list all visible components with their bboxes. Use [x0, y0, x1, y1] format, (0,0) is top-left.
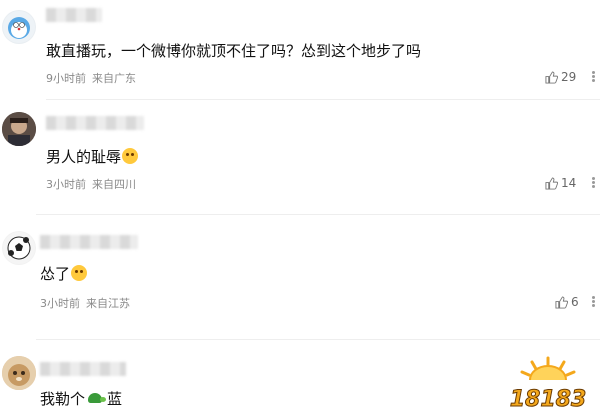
thumbs-up-icon [545, 176, 558, 190]
avatar[interactable] [2, 10, 36, 44]
like-count: 29 [561, 70, 577, 84]
comment-location: 来自四川 [92, 178, 136, 191]
avatar[interactable] [2, 231, 36, 265]
comment-time: 3小时前 [46, 178, 86, 191]
face-emoji-icon [122, 148, 139, 164]
comment-time: 9小时前 [46, 72, 86, 85]
more-options-icon[interactable] [592, 176, 598, 192]
like-count: 6 [571, 295, 579, 309]
cat-avatar-icon [2, 356, 36, 390]
comment-text: 怂了 [40, 263, 88, 284]
like-button[interactable]: 29 [545, 70, 576, 84]
avatar[interactable] [2, 112, 36, 146]
comment-text: 男人的耻辱 [46, 146, 139, 167]
comment-location: 来自广东 [92, 72, 136, 85]
doraemon-avatar-icon [3, 11, 35, 43]
watermark-logo: 18183 [502, 354, 594, 414]
comment-meta: 3小时前 来自四川 [46, 176, 136, 192]
thumbs-up-icon [545, 70, 558, 84]
comment-location: 来自江苏 [86, 297, 130, 310]
comment-item: 怂了 3小时前 来自江苏 6 [0, 215, 600, 340]
watermark-text: 18183 [510, 387, 587, 412]
comment-time: 3小时前 [40, 297, 80, 310]
like-button[interactable]: 6 [555, 295, 579, 309]
comment-item: 敢直播玩，一个微博你就顶不住了吗？怂到这个地步了吗 9小时前 来自广东 29 [0, 0, 600, 100]
avatar[interactable] [2, 356, 36, 390]
comment-text: 敢直播玩，一个微博你就顶不住了吗？怂到这个地步了吗 [46, 42, 422, 60]
comment-text: 我勒个蓝 [40, 390, 123, 408]
like-count: 14 [561, 176, 577, 190]
username-blurred[interactable] [46, 116, 144, 130]
avatar-photo-icon [2, 112, 36, 146]
username-blurred[interactable] [46, 8, 102, 22]
more-options-icon[interactable] [592, 295, 598, 311]
comment-meta: 9小时前 来自广东 [46, 70, 136, 86]
username-blurred[interactable] [40, 235, 138, 249]
more-options-icon[interactable] [592, 70, 598, 86]
like-button[interactable]: 14 [545, 176, 576, 190]
username-blurred[interactable] [40, 362, 126, 376]
turtle-emoji-icon [86, 391, 107, 405]
comment-meta: 3小时前 来自江苏 [40, 295, 130, 311]
soccer-ball-avatar-icon [3, 232, 35, 264]
face-emoji-icon [71, 265, 88, 281]
sun-logo-icon: 18183 [509, 356, 587, 413]
comment-item: 男人的耻辱 3小时前 来自四川 14 [0, 100, 600, 215]
thumbs-up-icon [555, 295, 568, 309]
